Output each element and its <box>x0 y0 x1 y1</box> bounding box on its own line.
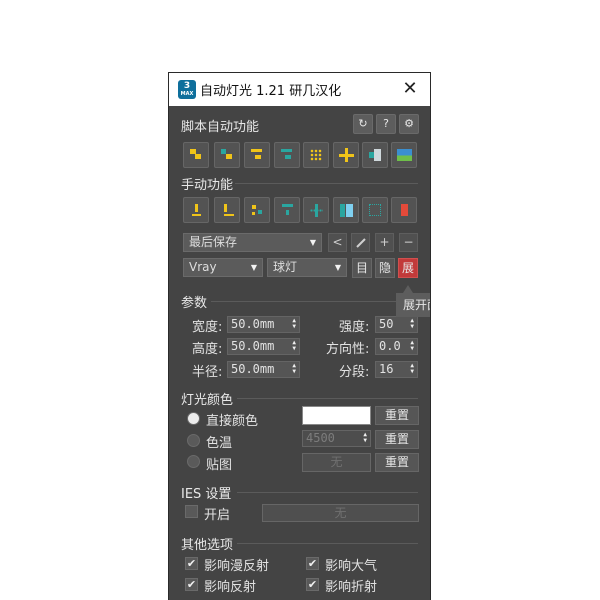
auto-light-3-button[interactable] <box>244 142 270 168</box>
auto-light-4-button[interactable] <box>274 142 300 168</box>
reset-temperature-button[interactable]: 重置 <box>375 430 419 449</box>
save-dropdown[interactable]: 最后保存 ▼ <box>183 233 322 252</box>
manual-light-3-button[interactable] <box>244 197 270 223</box>
renderer-dropdown[interactable]: Vray ▼ <box>183 258 263 277</box>
target-button[interactable]: 目 <box>352 258 372 278</box>
chevron-down-icon: ▼ <box>334 263 341 272</box>
ies-enable-label: 开启 <box>204 508 231 523</box>
direct-color-label: 直接颜色 <box>206 414 259 429</box>
refresh-button[interactable]: ↻ <box>353 114 373 134</box>
affect-reflection-checkbox[interactable]: ✔ <box>185 578 198 591</box>
affect-diffuse-label: 影响漫反射 <box>204 559 270 574</box>
divider <box>237 492 418 493</box>
image-light-button[interactable] <box>391 142 417 168</box>
section-params: 参数 <box>181 296 208 311</box>
intensity-spinner[interactable]: 50 ▲ ▼ <box>375 316 418 333</box>
ies-file-button[interactable]: 无 <box>262 504 419 522</box>
window-title: 自动灯光 1.21 研几汉化 <box>200 84 342 99</box>
prev-save-button[interactable]: < <box>328 233 347 252</box>
section-other-options: 其他选项 <box>181 538 234 553</box>
map-label: 贴图 <box>206 458 233 473</box>
affect-diffuse-checkbox[interactable]: ✔ <box>185 557 198 570</box>
height-label: 高度: <box>192 342 223 357</box>
affect-refraction-label: 影响折射 <box>325 580 378 595</box>
divider <box>237 543 418 544</box>
manual-light-7-button[interactable] <box>362 197 388 223</box>
width-spinner[interactable]: 50.0mm ▲ ▼ <box>227 316 300 333</box>
expand-button[interactable]: 展 <box>398 258 418 278</box>
expand-tooltip: 展开面板 <box>396 293 430 317</box>
section-script-auto: 脚本自动功能 <box>181 120 260 135</box>
auto-light-1-button[interactable] <box>183 142 209 168</box>
delete-light-button[interactable] <box>391 197 417 223</box>
manual-light-2-button[interactable] <box>214 197 240 223</box>
manual-light-5-button[interactable] <box>303 197 329 223</box>
affect-atmosphere-checkbox[interactable]: ✔ <box>306 557 319 570</box>
divider <box>237 398 418 399</box>
color-swatch[interactable] <box>302 406 371 425</box>
temperature-radio[interactable] <box>187 434 200 447</box>
pen-icon[interactable] <box>351 233 370 252</box>
width-label: 宽度: <box>192 320 223 335</box>
chevron-down-icon: ▼ <box>250 263 257 272</box>
map-radio[interactable] <box>187 455 200 468</box>
divider <box>235 183 418 184</box>
hide-button[interactable]: 隐 <box>375 258 395 278</box>
reset-color-button[interactable]: 重置 <box>375 406 419 425</box>
radius-label: 半径: <box>192 365 223 380</box>
ies-enable-checkbox[interactable] <box>185 505 198 518</box>
height-spinner[interactable]: 50.0mm ▲ ▼ <box>227 338 300 355</box>
intensity-label: 强度: <box>339 320 370 335</box>
settings-button[interactable]: ⚙ <box>399 114 419 134</box>
section-light-color: 灯光颜色 <box>181 393 234 408</box>
direct-color-radio[interactable] <box>187 412 200 425</box>
section-manual: 手动功能 <box>181 178 234 193</box>
auto-light-grid-button[interactable] <box>303 142 329 168</box>
section-ies: IES 设置 <box>181 487 232 502</box>
radius-spinner[interactable]: 50.0mm ▲ ▼ <box>227 361 300 378</box>
map-button[interactable]: 无 <box>302 453 371 472</box>
light-type-dropdown[interactable]: 球灯 ▼ <box>267 258 347 277</box>
3dsmax-logo-icon: 3 MAX <box>178 80 196 99</box>
reset-map-button[interactable]: 重置 <box>375 453 419 472</box>
direction-spinner[interactable]: 0.0 ▲ ▼ <box>375 338 418 355</box>
manual-light-4-button[interactable] <box>274 197 300 223</box>
temperature-label: 色温 <box>206 436 233 451</box>
auto-light-panel: 3MAX 自动灯光 1.21 研几汉化 ✕ 脚本自动功能 ↻ ? ⚙ 手动功能 <box>168 72 431 600</box>
segments-label: 分段: <box>339 365 370 380</box>
divider <box>211 301 418 302</box>
add-light-button[interactable] <box>333 142 359 168</box>
help-button[interactable]: ? <box>376 114 396 134</box>
auto-light-2-button[interactable] <box>214 142 240 168</box>
close-button[interactable]: ✕ <box>400 79 420 99</box>
scene-light-button[interactable] <box>362 142 388 168</box>
segments-spinner[interactable]: 16 ▲ ▼ <box>375 361 418 378</box>
affect-reflection-label: 影响反射 <box>204 580 257 595</box>
remove-save-button[interactable]: − <box>399 233 418 252</box>
affect-atmosphere-label: 影响大气 <box>325 559 378 574</box>
affect-refraction-checkbox[interactable]: ✔ <box>306 578 319 591</box>
manual-light-6-button[interactable] <box>333 197 359 223</box>
chevron-down-icon: ▼ <box>309 238 316 247</box>
direction-label: 方向性: <box>326 342 370 357</box>
tooltip-arrow <box>403 285 413 293</box>
add-save-button[interactable]: + <box>375 233 394 252</box>
manual-light-1-button[interactable] <box>183 197 209 223</box>
title-bar: 3 MAX 自动灯光 1.21 研几汉化 ✕ <box>169 73 430 106</box>
temperature-spinner[interactable]: 4500 ▲ ▼ <box>302 430 371 447</box>
